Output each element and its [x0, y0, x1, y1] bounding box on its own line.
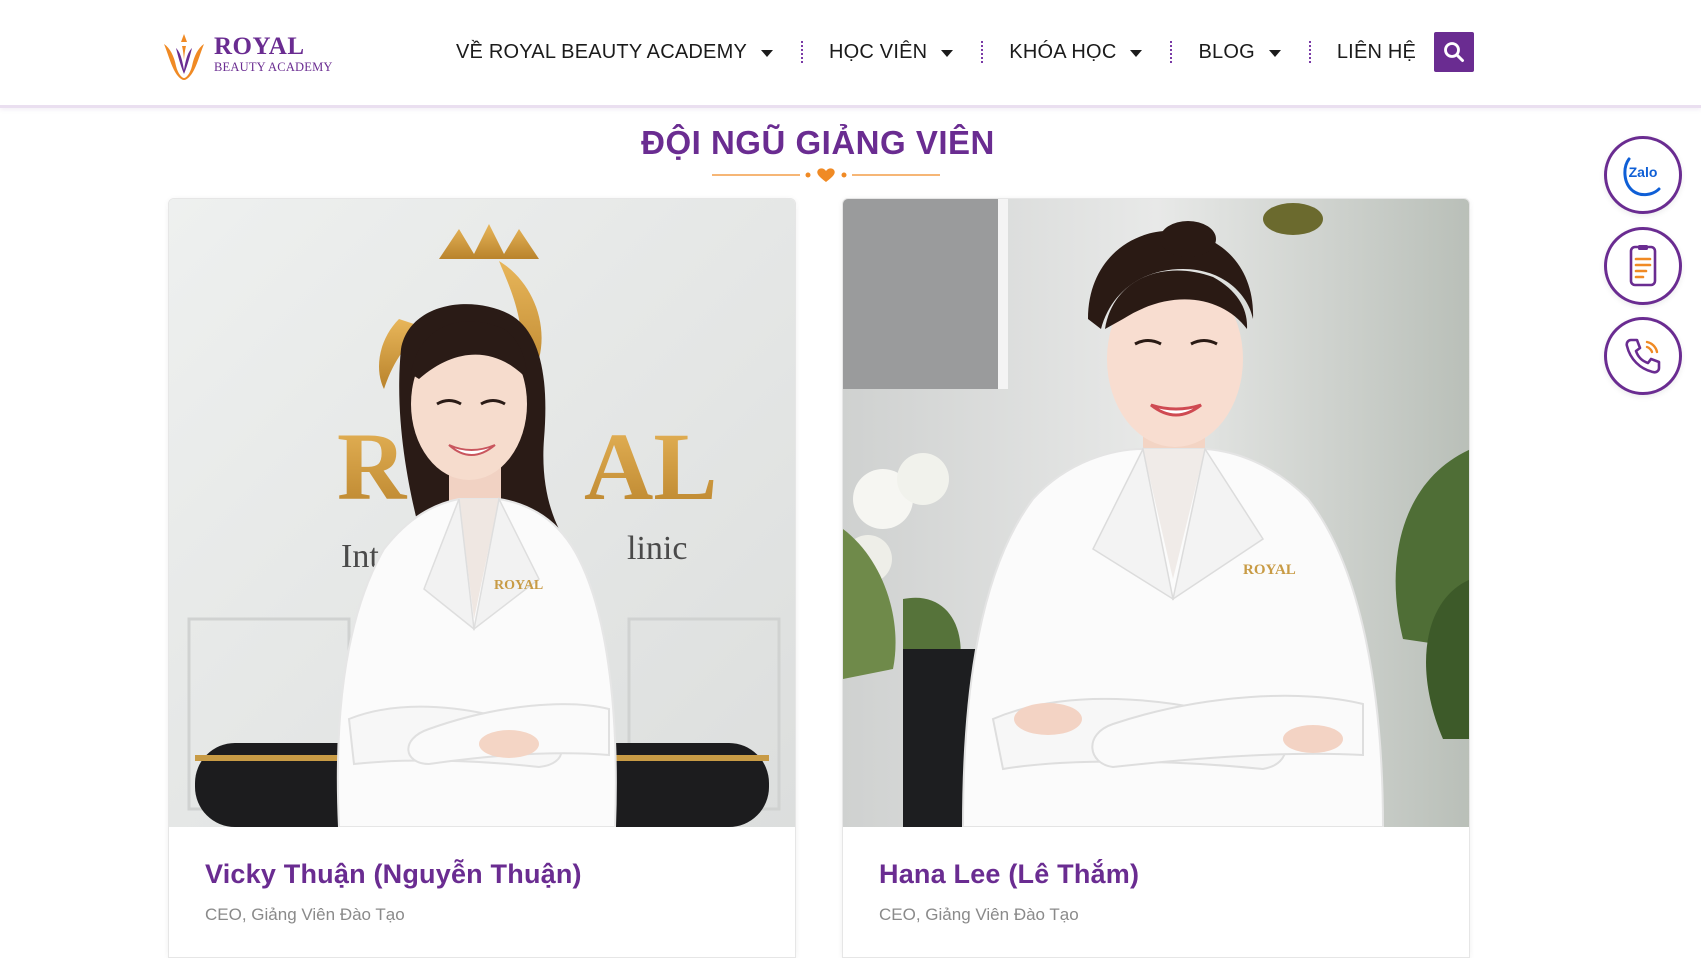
- instructor-card[interactable]: ROYAL Hana Lee (Lê Thắm) CEO, Giảng Viên…: [842, 198, 1470, 958]
- nav-separator: [1308, 41, 1311, 63]
- instructor-role: CEO, Giảng Viên Đào Tạo: [205, 905, 405, 924]
- svg-text:ROYAL: ROYAL: [1243, 562, 1296, 578]
- caret-down-icon: [941, 49, 954, 57]
- nav-item-blog[interactable]: BLOG: [1198, 40, 1281, 64]
- caret-down-icon: [1130, 49, 1143, 57]
- heart-icon: [817, 168, 835, 182]
- nav-item-courses[interactable]: KHÓA HỌC: [1009, 40, 1143, 64]
- search-button[interactable]: [1434, 32, 1474, 72]
- site-header: ROYAL BEAUTY ACADEMY VỀ ROYAL BEAUTY ACA…: [0, 0, 1701, 108]
- phone-icon: [1625, 338, 1661, 374]
- zalo-icon: Zalo: [1619, 151, 1667, 199]
- nav-separator: [801, 41, 803, 63]
- instructor-photo: ROYAL: [843, 199, 1469, 827]
- logo-subtitle: BEAUTY ACADEMY: [214, 60, 333, 75]
- form-icon: [1629, 245, 1657, 287]
- site-logo[interactable]: ROYAL BEAUTY ACADEMY: [156, 24, 336, 84]
- section-divider: [712, 168, 940, 182]
- instructor-photo-illustration: ROYAL: [843, 199, 1469, 827]
- instructor-photo: RO AL Int linic: [169, 199, 795, 827]
- call-button[interactable]: [1604, 317, 1682, 395]
- nav-item-contact-label: LIÊN HỆ: [1336, 40, 1417, 63]
- instructor-role: CEO, Giảng Viên Đào Tạo: [879, 905, 1079, 924]
- caret-down-icon: [1268, 49, 1281, 57]
- logo-title: ROYAL: [214, 33, 305, 61]
- nav-item-students-label: HỌC VIÊN: [829, 40, 928, 63]
- zalo-label: Zalo: [1628, 164, 1658, 180]
- search-icon: [1444, 42, 1464, 62]
- instructor-name[interactable]: Vicky Thuận (Nguyễn Thuận): [205, 859, 582, 890]
- instructor-photo-illustration: RO AL Int linic: [169, 199, 795, 827]
- nav-item-blog-label: BLOG: [1198, 40, 1255, 63]
- nav-item-students[interactable]: HỌC VIÊN: [829, 40, 954, 64]
- nav-item-courses-label: KHÓA HỌC: [1009, 40, 1117, 63]
- svg-text:AL: AL: [584, 413, 717, 520]
- svg-text:ROYAL: ROYAL: [494, 578, 543, 593]
- svg-text:linic: linic: [627, 530, 687, 567]
- instructor-name[interactable]: Hana Lee (Lê Thắm): [879, 859, 1139, 890]
- section-title: ĐỘI NGŨ GIẢNG VIÊN: [641, 124, 995, 161]
- nav-item-about[interactable]: VỀ ROYAL BEAUTY ACADEMY: [456, 41, 773, 64]
- register-form-button[interactable]: [1604, 227, 1682, 305]
- nav-separator: [981, 41, 984, 63]
- instructor-card[interactable]: RO AL Int linic: [168, 198, 796, 958]
- nav-item-about-label: VỀ ROYAL BEAUTY ACADEMY: [456, 40, 747, 63]
- nav-item-contact[interactable]: LIÊN HỆ: [1337, 41, 1416, 64]
- lotus-crown-logo-icon: [164, 34, 204, 80]
- nav-separator: [1170, 41, 1173, 63]
- caret-down-icon: [761, 49, 773, 57]
- main-nav: VỀ ROYAL BEAUTY ACADEMY HỌC VIÊN KHÓA HỌ…: [456, 32, 1416, 72]
- zalo-button[interactable]: Zalo: [1604, 136, 1682, 214]
